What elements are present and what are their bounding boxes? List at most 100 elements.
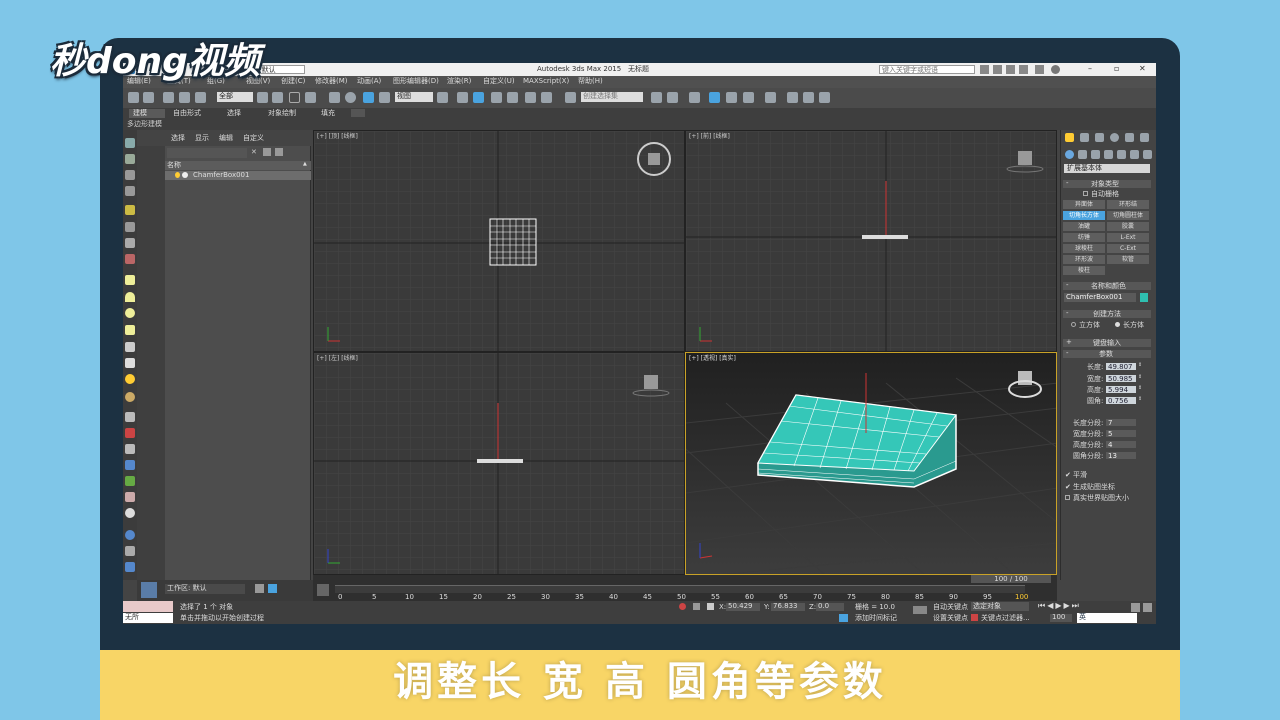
object-button[interactable]: 棱柱 — [1063, 266, 1105, 275]
rect-selection-icon[interactable] — [289, 92, 300, 103]
viewport-tool-icon[interactable] — [125, 154, 135, 164]
character-tool-icon[interactable] — [125, 492, 135, 502]
teapot-tool-icon[interactable] — [125, 342, 135, 352]
ribbon-tab-object-paint[interactable]: 对象绘制 — [268, 110, 296, 117]
percent-snap-icon[interactable] — [525, 92, 536, 103]
modify-tab-icon[interactable] — [1080, 133, 1089, 142]
height-segs-input[interactable]: 4 — [1106, 441, 1136, 449]
paint-tool-icon[interactable] — [125, 428, 135, 438]
plant-tool-icon[interactable] — [125, 476, 135, 486]
scene-menu-display[interactable]: 显示 — [195, 135, 209, 142]
rollout-object-type[interactable]: - 对象类型 — [1063, 180, 1151, 188]
length-spinner[interactable]: ⇕ — [1138, 363, 1142, 368]
track-bar[interactable] — [335, 585, 1025, 593]
scene-tool-icon[interactable] — [125, 186, 135, 196]
layer-icon[interactable] — [255, 584, 264, 593]
align-icon[interactable] — [667, 92, 678, 103]
object-button[interactable]: C-Ext — [1107, 244, 1149, 253]
scene-menu-customize[interactable]: 自定义 — [243, 135, 264, 142]
object-button[interactable]: 油罐 — [1063, 222, 1105, 231]
shapes-icon[interactable] — [1078, 150, 1087, 159]
gen-uv-checkbox[interactable]: ✔ — [1065, 484, 1071, 491]
grid-tool-icon[interactable] — [125, 170, 135, 180]
auto-key-button[interactable]: 自动关键点 — [933, 604, 968, 611]
cone-tool-icon[interactable] — [125, 358, 135, 368]
redo-icon[interactable] — [143, 92, 154, 103]
sun-tool-icon[interactable] — [125, 374, 135, 384]
unlink-icon[interactable] — [179, 92, 190, 103]
fillet-segs-input[interactable]: 13 — [1106, 452, 1136, 460]
mini-curve-icon[interactable] — [317, 584, 329, 596]
user-icon[interactable] — [1019, 65, 1028, 74]
key-filter-icon[interactable] — [971, 614, 978, 621]
rollout-parameters[interactable]: - 参数 — [1063, 350, 1151, 358]
front-box-shape[interactable] — [862, 235, 908, 239]
viewport-perspective[interactable]: [+] [透视] [真实] — [685, 352, 1057, 575]
ribbon-tab-populate[interactable]: 填充 — [321, 110, 335, 117]
light-tool-icon[interactable] — [125, 205, 135, 215]
key-filters-button[interactable]: 关键点过滤器... — [981, 615, 1030, 622]
object-button[interactable]: L-Ext — [1107, 233, 1149, 242]
viewport-label-perspective[interactable]: [+] [透视] [真实] — [689, 356, 736, 362]
ime-bar[interactable]: 英 — [1077, 613, 1137, 623]
create-tool-icon[interactable] — [125, 138, 135, 148]
object-button[interactable]: 切角圆柱体 — [1107, 211, 1149, 220]
column-header[interactable] — [165, 161, 311, 170]
material-editor-icon[interactable] — [765, 92, 776, 103]
rotate-icon[interactable] — [345, 92, 356, 103]
viewport-front[interactable]: [+] [前] [线框] — [685, 130, 1057, 352]
isolate-icon[interactable] — [268, 584, 277, 593]
key-icon[interactable] — [913, 606, 927, 614]
render-setup-icon[interactable] — [787, 92, 798, 103]
reference-coord-dropdown[interactable]: 视图 — [395, 92, 433, 102]
menu-item[interactable]: 图形编辑器(D) — [393, 78, 439, 85]
keyboard-shortcut-icon[interactable] — [473, 92, 484, 103]
mirror-icon[interactable] — [651, 92, 662, 103]
cube-radio[interactable] — [1071, 322, 1076, 327]
communication-icon[interactable] — [993, 65, 1002, 74]
category-dropdown[interactable]: 扩展基本体 — [1064, 164, 1150, 173]
smooth-checkbox[interactable]: ✔ — [1065, 472, 1071, 479]
real-world-checkbox[interactable] — [1065, 495, 1070, 500]
scale-icon[interactable] — [363, 92, 374, 103]
viewport-label-top[interactable]: [+] [顶] [线框] — [317, 134, 358, 140]
spinner-snap-icon[interactable] — [541, 92, 552, 103]
angle-snap-icon[interactable] — [507, 92, 518, 103]
lights-icon[interactable] — [1091, 150, 1100, 159]
auto-grid-checkbox[interactable] — [1083, 191, 1088, 196]
help-icon[interactable] — [1051, 65, 1060, 74]
torus-tool-icon[interactable] — [125, 392, 135, 402]
ribbon-toggle-icon[interactable] — [351, 109, 365, 117]
length-input[interactable]: 49.807 — [1106, 363, 1136, 371]
star-icon[interactable] — [1006, 65, 1015, 74]
object-button[interactable]: 胶囊 — [1107, 222, 1149, 231]
place-icon[interactable] — [379, 92, 390, 103]
ribbon-tab-modeling[interactable]: 建模 — [129, 109, 165, 118]
sphere-tool-icon[interactable] — [125, 308, 135, 318]
target-tool-icon[interactable] — [125, 508, 135, 518]
menu-item[interactable]: 渲染(R) — [447, 78, 471, 85]
select-by-name-icon[interactable] — [272, 92, 283, 103]
search-icon[interactable] — [980, 65, 989, 74]
helpers-icon[interactable] — [1117, 150, 1126, 159]
layer-icon[interactable] — [689, 92, 700, 103]
menu-item[interactable]: MAXScript(X) — [523, 78, 569, 85]
width-input[interactable]: 50.985 — [1106, 375, 1136, 383]
box-radio[interactable] — [1115, 322, 1120, 327]
create-tab-icon[interactable] — [1065, 133, 1074, 142]
named-selection-dropdown[interactable]: 创建选择集 — [581, 92, 643, 102]
object-button[interactable]: 环形波 — [1063, 255, 1105, 264]
find-icon[interactable] — [275, 148, 283, 156]
width-segs-input[interactable]: 5 — [1106, 430, 1136, 438]
workspace-selector[interactable]: 工作区: 默认 — [165, 584, 245, 594]
fillet-input[interactable]: 0.756 — [1106, 397, 1136, 405]
spacewarp-tool-icon[interactable] — [125, 254, 135, 264]
spacewarps-icon[interactable] — [1130, 150, 1139, 159]
rollout-name-color[interactable]: - 名称和颜色 — [1063, 282, 1151, 290]
left-box-shape[interactable] — [477, 459, 523, 463]
render-frame-icon[interactable] — [803, 92, 814, 103]
time-tag-icon[interactable] — [839, 614, 848, 622]
y-coord-input[interactable]: 76.833 — [771, 603, 805, 611]
ribbon-tab-freeform[interactable]: 自由形式 — [173, 110, 201, 117]
schematic-icon[interactable] — [743, 92, 754, 103]
